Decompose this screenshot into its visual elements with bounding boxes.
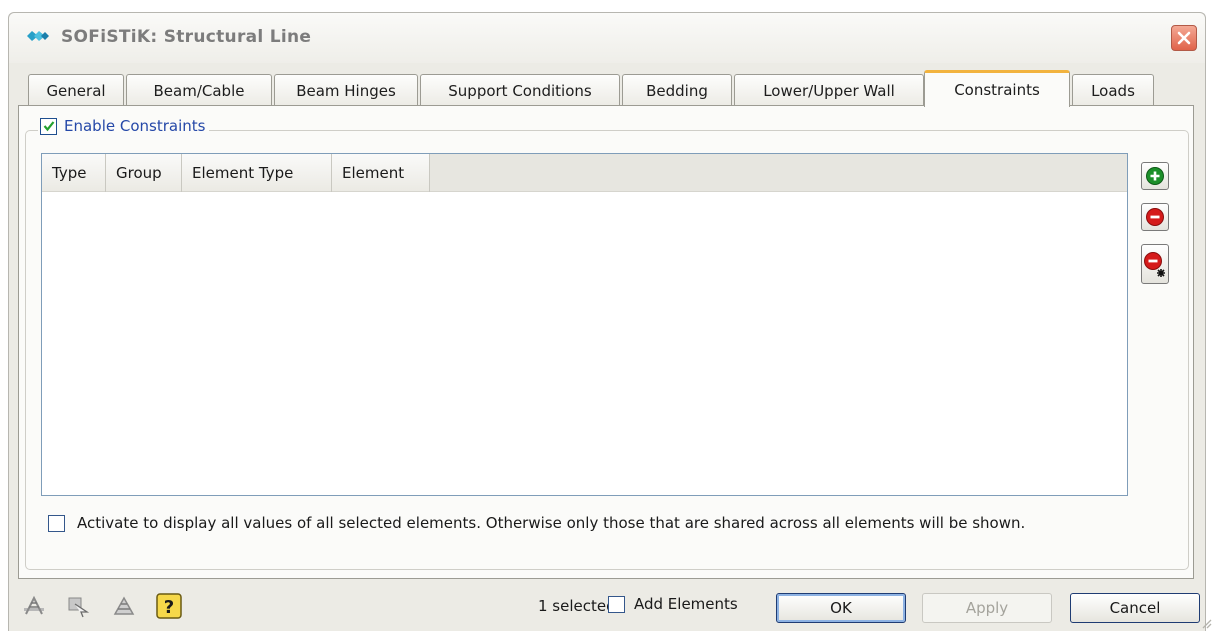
pick-tool-icon[interactable]	[66, 594, 90, 618]
column-label: Type	[52, 164, 87, 182]
tab-support-conditions[interactable]: Support Conditions	[420, 74, 620, 106]
svg-text:?: ?	[164, 597, 174, 618]
tab-label: Bedding	[646, 81, 708, 100]
tab-beam-cable[interactable]: Beam/Cable	[126, 74, 272, 106]
activate-all-values-row[interactable]: Activate to display all values of all se…	[48, 514, 1025, 532]
resize-grip-icon[interactable]	[1200, 617, 1212, 629]
close-icon	[1177, 31, 1191, 45]
tab-constraints[interactable]: Constraints	[924, 70, 1070, 107]
tab-label: Constraints	[954, 81, 1040, 99]
tab-label: Loads	[1091, 81, 1135, 100]
selection-count: 1 selected	[538, 597, 616, 615]
tab-beam-hinges[interactable]: Beam Hinges	[274, 74, 418, 106]
column-header-element[interactable]: Element	[332, 154, 430, 192]
window-title: SOFiSTiK: Structural Line	[61, 27, 312, 47]
tab-bedding[interactable]: Bedding	[622, 74, 732, 106]
tab-label: General	[46, 81, 106, 100]
sofistik-logo-icon	[27, 31, 49, 41]
title-bar[interactable]: SOFiSTiK: Structural Line	[9, 13, 1205, 63]
list-header: Type Group Element Type Element	[42, 154, 1127, 192]
tab-label: Beam Hinges	[296, 81, 396, 100]
tab-label: Beam/Cable	[153, 81, 245, 100]
button-label: Cancel	[1109, 599, 1161, 617]
activate-all-values-label: Activate to display all values of all se…	[77, 514, 1026, 532]
enable-constraints-toggle[interactable]: Enable Constraints	[38, 117, 210, 135]
tab-lower-upper-wall[interactable]: Lower/Upper Wall	[734, 74, 924, 106]
close-button[interactable]	[1171, 25, 1197, 51]
tab-label: Lower/Upper Wall	[763, 81, 895, 100]
add-elements-toggle[interactable]: Add Elements	[608, 595, 738, 613]
header-filler	[430, 154, 1127, 191]
cancel-button[interactable]: Cancel	[1070, 593, 1200, 623]
checkmark-icon	[43, 121, 54, 132]
filter-tool-icon[interactable]	[112, 594, 136, 618]
add-elements-checkbox[interactable]	[608, 595, 625, 613]
column-label: Group	[116, 164, 162, 182]
add-constraint-button[interactable]	[1141, 162, 1169, 190]
tab-general[interactable]: General	[28, 74, 124, 106]
add-elements-label: Add Elements	[634, 595, 738, 613]
column-header-type[interactable]: Type	[42, 154, 106, 192]
select-tool-icon[interactable]	[22, 594, 46, 618]
ok-button[interactable]: OK	[776, 593, 906, 623]
column-label: Element Type	[192, 164, 294, 182]
remove-icon	[1146, 208, 1164, 226]
enable-constraints-checkbox[interactable]	[40, 117, 57, 135]
tab-strip: General Beam/Cable Beam Hinges Support C…	[28, 70, 1198, 107]
tab-label: Support Conditions	[448, 81, 592, 100]
button-label: OK	[830, 599, 852, 617]
tab-loads[interactable]: Loads	[1072, 74, 1154, 106]
column-header-element-type[interactable]: Element Type	[182, 154, 332, 192]
remove-all-constraints-button[interactable]	[1141, 244, 1169, 284]
enable-constraints-label: Enable Constraints	[64, 117, 206, 135]
add-icon	[1146, 167, 1164, 185]
column-label: Element	[342, 164, 405, 182]
apply-button[interactable]: Apply	[922, 593, 1052, 623]
column-header-group[interactable]: Group	[106, 154, 182, 192]
remove-constraint-button[interactable]	[1141, 203, 1169, 231]
button-label: Apply	[965, 599, 1009, 617]
help-icon[interactable]: ?	[156, 593, 182, 619]
constraints-list[interactable]: Type Group Element Type Element	[41, 153, 1128, 496]
remove-all-icon	[1144, 252, 1165, 277]
activate-all-values-checkbox[interactable]	[48, 514, 65, 532]
